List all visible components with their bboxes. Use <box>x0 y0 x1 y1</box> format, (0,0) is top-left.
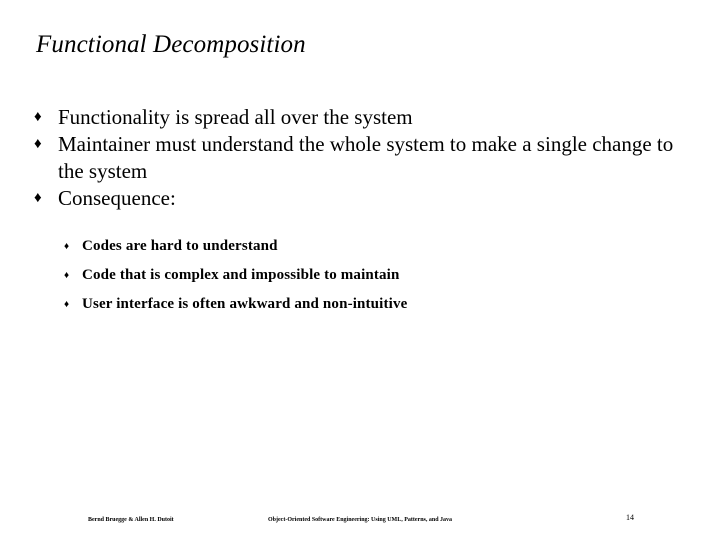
small-diamond-bullet-icon: ♦ <box>64 270 70 281</box>
diamond-bullet-icon: ♦ <box>34 109 42 125</box>
sub-bullet-text: Codes are hard to understand <box>82 238 278 254</box>
list-item: ♦ Consequence: <box>30 185 690 212</box>
sub-bullet-list: ♦ Codes are hard to understand ♦ Code th… <box>64 232 664 319</box>
footer-book-title: Object-Oriented Software Engineering: Us… <box>268 517 453 523</box>
slide-footer: Bernd Bruegge & Allen H. Dutoit Object-O… <box>0 512 720 526</box>
small-diamond-bullet-icon: ♦ <box>64 299 70 310</box>
bullet-text: Consequence: <box>58 186 176 210</box>
bullet-text: Maintainer must understand the whole sys… <box>58 132 674 183</box>
sub-bullet-text: User interface is often awkward and non-… <box>82 296 408 312</box>
diamond-bullet-icon: ♦ <box>34 190 42 206</box>
sub-list-item: ♦ Code that is complex and impossible to… <box>64 261 664 290</box>
bullet-list: ♦ Functionality is spread all over the s… <box>30 104 690 212</box>
list-item: ♦ Maintainer must understand the whole s… <box>30 131 690 185</box>
small-diamond-bullet-icon: ♦ <box>64 241 70 252</box>
sub-list-item: ♦ Codes are hard to understand <box>64 232 664 261</box>
sub-bullet-text: Code that is complex and impossible to m… <box>82 267 400 283</box>
sub-list-item: ♦ User interface is often awkward and no… <box>64 290 664 319</box>
page-title: Functional Decomposition <box>36 31 306 58</box>
bullet-text: Functionality is spread all over the sys… <box>58 105 413 129</box>
footer-page-number: 14 <box>626 513 634 522</box>
footer-authors: Bernd Bruegge & Allen H. Dutoit <box>88 517 174 523</box>
slide-canvas: Functional Decomposition ♦ Functionality… <box>0 0 720 540</box>
list-item: ♦ Functionality is spread all over the s… <box>30 104 690 131</box>
diamond-bullet-icon: ♦ <box>34 136 42 152</box>
